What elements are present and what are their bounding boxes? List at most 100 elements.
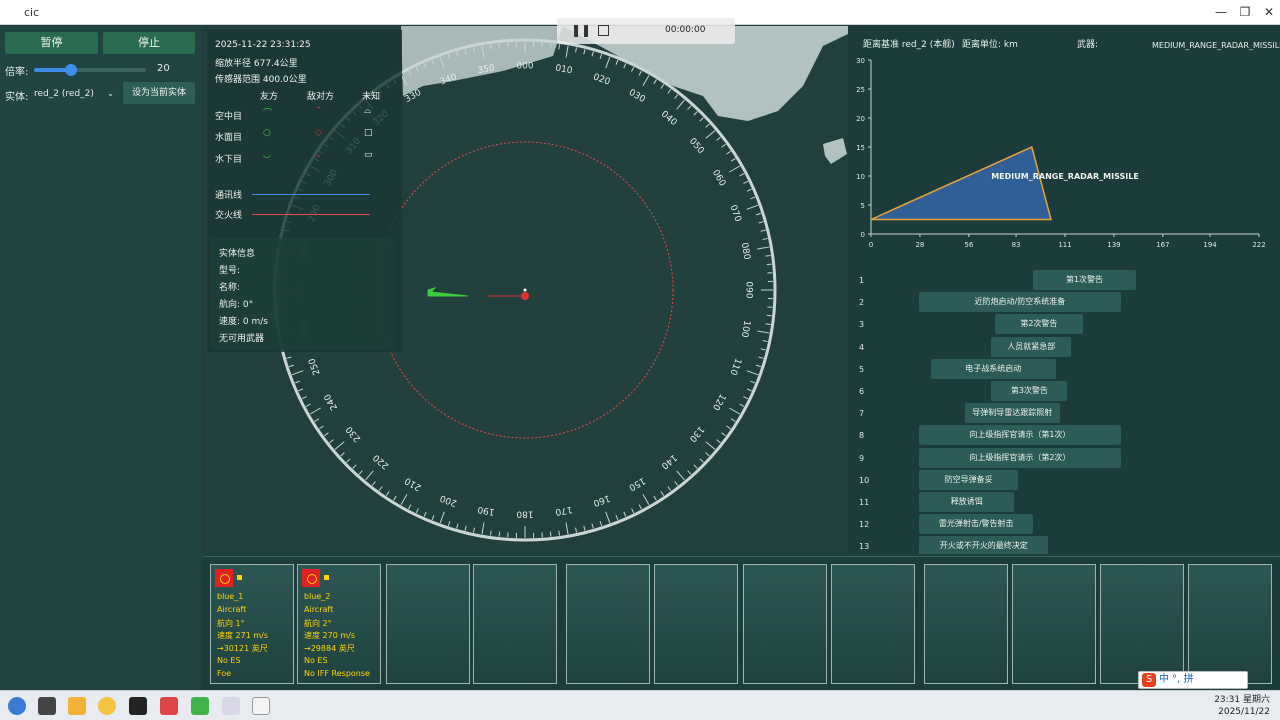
- ime-logo-icon: S: [1142, 673, 1156, 687]
- enemy-sub-icon: ⌄: [315, 150, 323, 160]
- start-icon[interactable]: [8, 697, 26, 715]
- map-view[interactable]: 000 010 020 030 040 050 060 070 080 090 100 110 120 1…: [203, 26, 848, 553]
- timeline-event-bar[interactable]: 开火或不开火的最终决定: [919, 536, 1049, 554]
- pause-icon[interactable]: ❚❚: [571, 23, 591, 37]
- close-button[interactable]: ✕: [1254, 3, 1280, 21]
- entity-model: 型号:: [219, 266, 241, 276]
- compass-label: 080: [739, 242, 752, 261]
- col-unknown: 未知: [362, 92, 381, 102]
- timeline-event-bar[interactable]: 第3次警告: [991, 381, 1068, 401]
- app-icon-red[interactable]: [160, 697, 178, 715]
- center-marker: [523, 288, 527, 292]
- target-heading: 航向 2°: [304, 618, 332, 628]
- empty-card-slot: [1100, 564, 1184, 684]
- rate-label: 倍率:: [5, 67, 29, 78]
- weapon-envelope-area: [870, 145, 1052, 221]
- compass-tick: [549, 43, 552, 49]
- compass-label: 190: [477, 504, 496, 517]
- target-type: Aircraft: [217, 604, 247, 614]
- timeline-event-bar[interactable]: 第2次警告: [995, 314, 1083, 335]
- compass-tick: [558, 530, 561, 536]
- entity-weapons: 无可用武器: [219, 334, 265, 344]
- compass-label: 180: [516, 509, 533, 519]
- stop-icon[interactable]: [598, 25, 609, 36]
- timeline-event-bar[interactable]: 电子战系统启动: [930, 358, 1056, 379]
- timeline-event-bar[interactable]: 向上级指挥官请示（第1次）: [919, 425, 1121, 446]
- timeline-row-number: 5: [859, 364, 865, 374]
- target-type: Aircraft: [304, 604, 334, 614]
- island-east: [823, 138, 847, 164]
- timeline-event-bar[interactable]: 导弹制导雷达跟踪照射: [964, 403, 1060, 424]
- file-explorer-icon[interactable]: [68, 697, 86, 715]
- timeline-event-bar[interactable]: 释放诱饵: [919, 492, 1015, 512]
- target-speed: 速度 270 m/s: [304, 631, 356, 641]
- timeline-event-bar[interactable]: 雷光弹射击/警告射击: [919, 514, 1034, 535]
- empty-card-slot: [1012, 564, 1096, 684]
- target-es: No ES: [217, 656, 241, 665]
- compass-label: 100: [739, 319, 752, 338]
- target-type-icon: [302, 569, 320, 587]
- clock-time: 23:31 星期六: [1214, 695, 1270, 705]
- entity-name: 名称:: [219, 283, 241, 293]
- distance-base: 距离基准 red_2 (本舰): [863, 40, 955, 50]
- target-card[interactable]: blue_1 Aircraft 航向 1° 速度 271 m/s →30121 英尺 No…: [210, 564, 294, 684]
- enemy-surface-icon: ◇: [315, 128, 322, 138]
- friend-surface-icon: ○: [263, 128, 271, 138]
- timeline-event-bar[interactable]: 第1次警告: [1033, 270, 1136, 290]
- rate-value: 20: [157, 63, 170, 74]
- col-friend: 友方: [260, 92, 279, 102]
- timeline-event-bar[interactable]: 近防炮启动/防空系统准备: [919, 292, 1121, 313]
- timeline-row-number: 10: [859, 475, 870, 485]
- terminal-icon[interactable]: [129, 697, 147, 715]
- stop-button[interactable]: 停止: [103, 32, 195, 54]
- pause-button[interactable]: 暂停: [5, 32, 98, 54]
- timeline-event-bar[interactable]: 向上级指挥官请示（第2次）: [919, 447, 1121, 468]
- task-view-icon[interactable]: [38, 697, 56, 715]
- target-card[interactable]: blue_2 Aircraft 航向 2° 速度 270 m/s →29884 英尺 No…: [297, 564, 381, 684]
- weapon-name: MEDIUM_RANGE_RADAR_MISSILE: [1152, 41, 1280, 50]
- timeline-row-number: 7: [859, 409, 865, 419]
- unknown-sub-icon: ▭: [364, 150, 373, 160]
- set-current-entity-button[interactable]: 设为当前实体: [123, 82, 195, 104]
- entity-info-title: 实体信息: [219, 249, 256, 259]
- empty-card-slot: [743, 564, 827, 684]
- compass-label: 350: [477, 63, 496, 76]
- row-air: 空中目: [215, 112, 243, 122]
- weapon-label: 武器:: [1077, 40, 1099, 50]
- timeline-event-bar[interactable]: 人员就紧急部: [991, 336, 1072, 357]
- timeline-row-number: 11: [859, 498, 870, 507]
- target-speed: 速度 271 m/s: [217, 631, 269, 641]
- system-clock[interactable]: 23:31 星期六 2025/11/22: [1214, 694, 1270, 718]
- ime-toolbar[interactable]: S 中 °, 拼: [1138, 671, 1248, 689]
- document-icon[interactable]: [252, 697, 270, 715]
- target-alt: →30121 英尺: [217, 644, 268, 654]
- status-indicator: [237, 575, 242, 580]
- row-surface: 水面目: [215, 133, 243, 143]
- compass-tick: [489, 44, 492, 50]
- target-iff: No IFF Response: [304, 668, 370, 678]
- compass-label: 170: [554, 504, 573, 517]
- timeline-event-bar[interactable]: 防空导弹备妥: [919, 469, 1018, 490]
- sim-datetime: 2025-11-22 23:31:25: [215, 40, 311, 50]
- compass-label: 000: [516, 62, 533, 72]
- empty-card-slot: [566, 564, 650, 684]
- app-icon-cic[interactable]: [222, 697, 240, 715]
- empty-card-slot: [654, 564, 738, 684]
- rate-slider-handle[interactable]: [64, 64, 77, 76]
- taskbar: 23:31 星期六 2025/11/22: [0, 690, 1280, 720]
- x-tick-label: 167: [1156, 241, 1169, 249]
- comm-line-label: 通讯线: [215, 191, 243, 201]
- rate-slider[interactable]: [34, 64, 146, 76]
- entity-select[interactable]: red_2 (red_2) ⌄: [30, 86, 116, 102]
- qt-creator-icon[interactable]: [191, 697, 209, 715]
- x-tick-label: 111: [1058, 241, 1071, 249]
- compass-tick: [498, 43, 501, 49]
- entity-select-value: red_2 (red_2): [34, 89, 94, 99]
- target-heading: 航向 1°: [217, 618, 245, 628]
- playback-time: 00:00:00: [665, 25, 706, 35]
- engagement-timeline: 1 2 3 4 5 6 7 8 9 10 11 12 13 第1次警告 近防炮启动/防空系统准备 第2次警告人…: [849, 266, 1280, 554]
- unknown-surface-icon: □: [364, 128, 373, 138]
- x-tick-label: 28: [915, 241, 924, 249]
- own-ship-icon: [521, 292, 529, 300]
- browser-icon[interactable]: [98, 697, 116, 715]
